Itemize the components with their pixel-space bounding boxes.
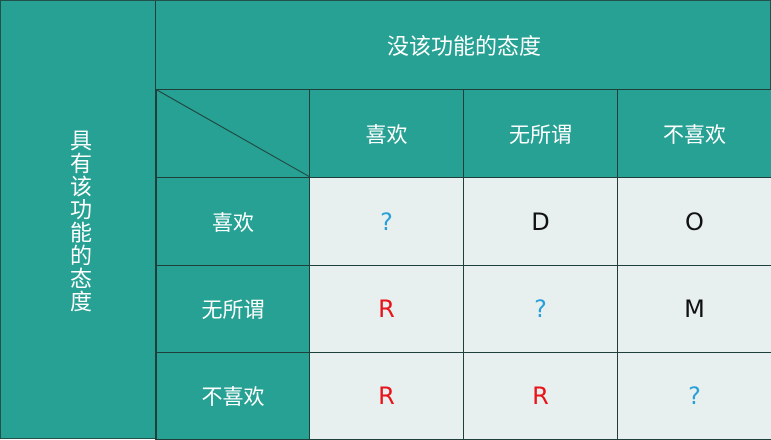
column-header-dislike: 不喜欢 [618, 90, 771, 178]
cell-value: O [685, 207, 704, 236]
corner-diagonal [157, 90, 311, 178]
row-header-indifferent: 无所谓 [156, 266, 310, 353]
column-header-label: 喜欢 [365, 122, 408, 147]
cell-value: M [684, 295, 705, 323]
row-header-like: 喜欢 [156, 178, 310, 266]
cell-value: ? [534, 295, 547, 323]
matrix-cell: R [464, 353, 618, 440]
matrix-cell: D [464, 178, 618, 266]
cell-value: ? [688, 382, 701, 410]
cell-value: R [378, 382, 395, 410]
column-header-indifferent: 无所谓 [464, 90, 618, 178]
matrix-cell: O [618, 178, 771, 266]
matrix-cell: ? [618, 353, 771, 440]
matrix-cell: M [618, 266, 771, 353]
row-header-label: 无所谓 [201, 298, 265, 322]
row-axis-title: 具有该功能的态度 [66, 128, 91, 313]
column-header-label: 不喜欢 [663, 122, 726, 147]
row-header-label: 喜欢 [212, 210, 254, 235]
row-header-dislike: 不喜欢 [156, 353, 310, 440]
column-header-label: 无所谓 [509, 122, 572, 147]
cell-value: R [532, 382, 549, 410]
matrix-cell: R [310, 353, 464, 440]
matrix-cell: ? [310, 178, 464, 266]
cell-value: R [378, 295, 395, 323]
matrix-cell: R [310, 266, 464, 353]
corner-cell [156, 90, 311, 178]
column-axis-header: 没该功能的态度 [156, 1, 771, 90]
row-axis-header: 具有该功能的态度 [1, 1, 156, 440]
cell-value: ? [380, 207, 393, 236]
column-axis-title: 没该功能的态度 [386, 35, 541, 60]
matrix-cell: ? [464, 266, 618, 353]
row-header-label: 不喜欢 [201, 385, 265, 409]
cell-value: D [531, 207, 550, 236]
column-header-like: 喜欢 [310, 90, 464, 178]
kano-matrix: 具有该功能的态度 没该功能的态度 喜欢 无所谓 不喜欢 喜欢 ? D O 无所谓… [0, 0, 771, 440]
